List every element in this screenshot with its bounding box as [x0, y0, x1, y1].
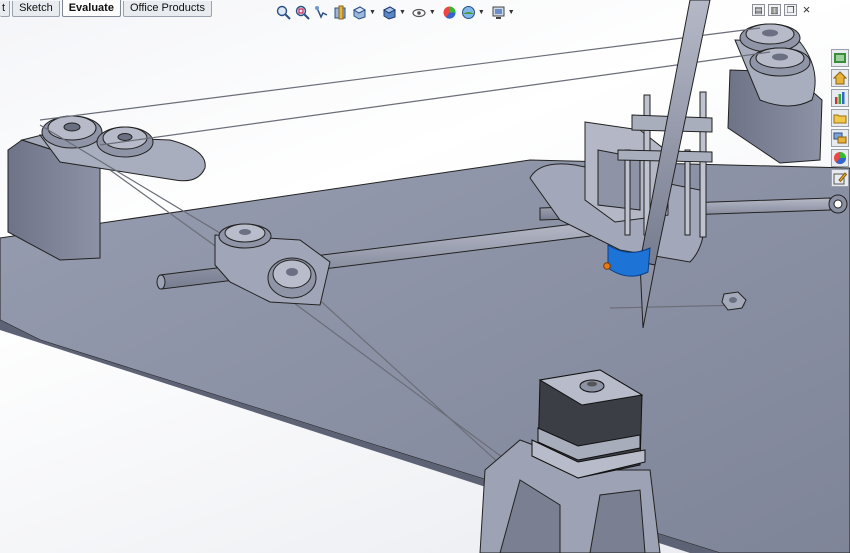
properties-edit-icon[interactable]	[831, 169, 849, 187]
display-style-icon[interactable]	[382, 5, 397, 20]
tab-sketch[interactable]: Sketch	[12, 1, 60, 17]
restore-icon[interactable]: ❐	[784, 4, 797, 16]
zoom-to-fit-icon[interactable]	[276, 5, 291, 20]
command-manager-tabs: t Sketch Evaluate Office Products	[0, 0, 214, 17]
task-pane-tabs	[831, 49, 850, 187]
right-pulley-2[interactable]	[749, 47, 811, 77]
view-settings-dropdown[interactable]: ▼	[508, 9, 515, 16]
tile-horizontal-icon[interactable]: ▤	[752, 4, 765, 16]
right-pulley-1[interactable]	[739, 23, 801, 53]
view-settings-icon[interactable]	[491, 5, 506, 20]
solidworks-resources-icon[interactable]	[831, 49, 849, 67]
previous-view-icon[interactable]	[314, 5, 329, 20]
hide-show-items-icon[interactable]	[412, 5, 427, 20]
graphics-area[interactable]	[0, 0, 850, 553]
heads-up-view-toolbar: ▼ ▼ ▼ ▼ ▼	[276, 3, 517, 21]
base-plate[interactable]	[0, 159, 850, 553]
appearances-icon[interactable]	[831, 129, 849, 147]
display-style-dropdown[interactable]: ▼	[399, 9, 406, 16]
model-view[interactable]	[0, 0, 850, 553]
carriage-pulley-1[interactable]	[218, 223, 272, 249]
section-view-icon[interactable]	[333, 5, 348, 20]
carriage-pulley-2[interactable]	[267, 257, 317, 299]
stepper-motor[interactable]	[531, 369, 646, 479]
zoom-to-area-icon[interactable]	[295, 5, 310, 20]
file-explorer-icon[interactable]	[831, 89, 849, 107]
apply-scene-icon[interactable]	[461, 5, 476, 20]
view-orientation-icon[interactable]	[352, 5, 367, 20]
close-icon[interactable]: ×	[800, 3, 813, 16]
design-library-icon[interactable]	[831, 69, 849, 87]
custom-properties-icon[interactable]	[831, 149, 849, 167]
view-palette-icon[interactable]	[831, 109, 849, 127]
view-orientation-dropdown[interactable]: ▼	[369, 9, 376, 16]
tab-features[interactable]: t	[0, 1, 11, 17]
tab-evaluate[interactable]: Evaluate	[61, 0, 121, 17]
edit-appearance-icon[interactable]	[442, 5, 457, 20]
apply-scene-dropdown[interactable]: ▼	[478, 9, 485, 16]
hide-show-dropdown[interactable]: ▼	[429, 9, 436, 16]
window-controls: ▤ ▥ ❐ ×	[752, 3, 813, 16]
tab-office-products[interactable]: Office Products	[122, 1, 212, 17]
selection-point	[603, 262, 611, 270]
tile-vertical-icon[interactable]: ▥	[768, 4, 781, 16]
